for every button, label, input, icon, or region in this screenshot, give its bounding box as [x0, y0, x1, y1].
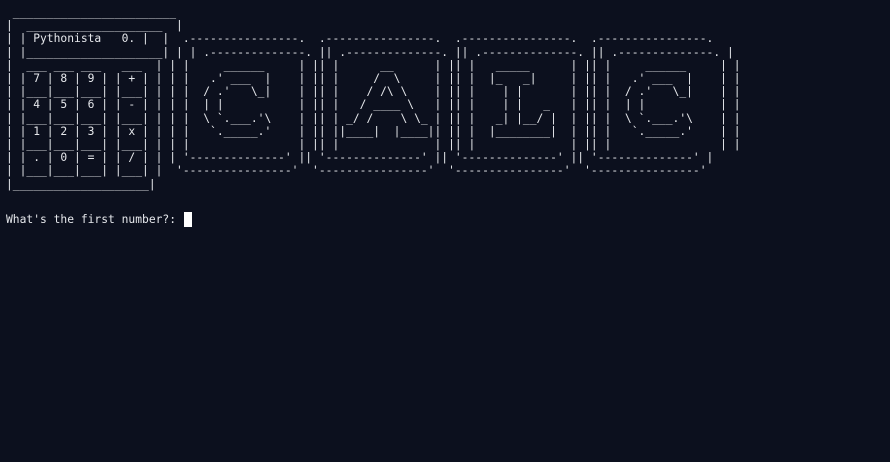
banner-line: | |___|___|___| |___| | | | \ `.___.'\ |…: [6, 111, 741, 125]
terminal-window[interactable]: ________________________ | _____________…: [0, 0, 890, 462]
banner-line: |____________________|: [6, 177, 156, 191]
text-cursor[interactable]: [183, 212, 192, 228]
ascii-calc-banner: ________________________ | _____________…: [6, 6, 890, 191]
banner-line: | ___ ___ ___ ___ | | | ______ | || | __…: [6, 58, 741, 72]
banner-line: | | . | 0 | = | | / | | | '-------------…: [6, 151, 714, 165]
banner-line: | |___|___|___| |___| | | | | || | | || …: [6, 138, 741, 152]
banner-line: | | 1 | 2 | 3 | | x | | | | `._____.' | …: [6, 124, 741, 138]
banner-line: | |___|___|___| |___| | '---------------…: [6, 164, 707, 178]
banner-line: | | 4 | 5 | 6 | | - | | | | | | | || | /…: [6, 98, 741, 112]
banner-line: | | Pythonista 0. | | .----------------.…: [6, 32, 714, 46]
banner-line: ________________________: [6, 6, 177, 19]
banner-line: | ____________________ |: [6, 19, 183, 33]
banner-line: | |___|___|___| |___| | | | / .' \_| | |…: [6, 85, 741, 99]
prompt-text: What's the first number?:: [6, 213, 183, 227]
banner-line: | |____________________| | | .----------…: [6, 45, 734, 59]
input-line[interactable]: What's the first number?:: [6, 212, 890, 228]
banner-line: | | 7 | 8 | 9 | | + | | | | .' ___ | | |…: [6, 72, 741, 86]
